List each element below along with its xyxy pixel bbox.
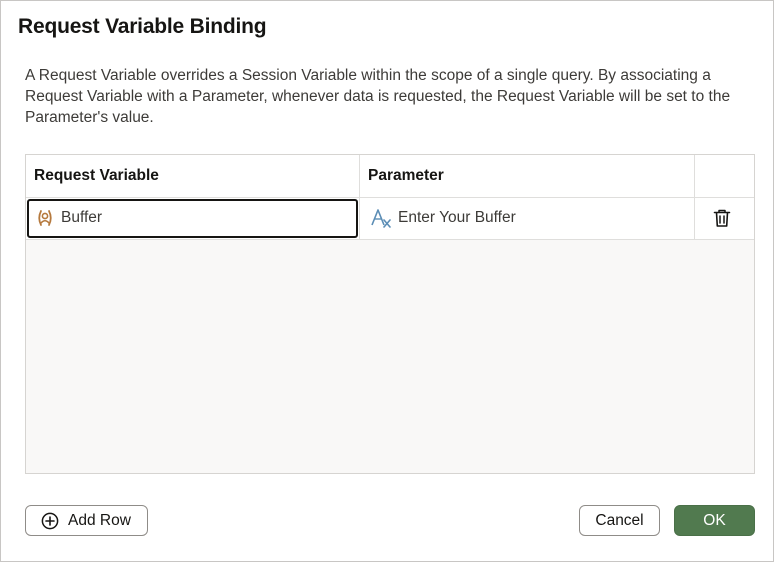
add-row-button[interactable]: Add Row xyxy=(25,505,148,536)
request-variable-binding-dialog: Request Variable Binding A Request Varia… xyxy=(0,0,774,562)
parameter-value: Enter Your Buffer xyxy=(398,209,516,226)
cancel-button[interactable]: Cancel xyxy=(579,505,660,536)
table-row: Buffer Enter Your Buffer xyxy=(26,198,754,240)
request-variable-value: Buffer xyxy=(61,209,103,226)
dialog-description: A Request Variable overrides a Session V… xyxy=(25,67,731,126)
add-row-label: Add Row xyxy=(68,512,131,529)
column-header-parameter[interactable]: Parameter xyxy=(368,155,444,197)
column-divider xyxy=(694,198,695,239)
text-parameter-icon xyxy=(370,208,392,228)
column-divider xyxy=(694,155,695,197)
request-variable-cell[interactable]: Buffer xyxy=(27,199,358,238)
plus-circle-icon xyxy=(41,512,59,530)
user-variable-icon xyxy=(36,209,54,227)
table-header: Request Variable Parameter xyxy=(26,155,754,198)
column-header-request-variable[interactable]: Request Variable xyxy=(34,155,159,197)
trash-icon[interactable] xyxy=(712,208,732,228)
parameter-cell[interactable]: Enter Your Buffer xyxy=(360,198,694,239)
ok-button[interactable]: OK xyxy=(674,505,755,536)
dialog-title: Request Variable Binding xyxy=(18,15,267,38)
column-divider xyxy=(359,155,360,197)
binding-table: Request Variable Parameter Buffer Enter … xyxy=(25,154,755,474)
